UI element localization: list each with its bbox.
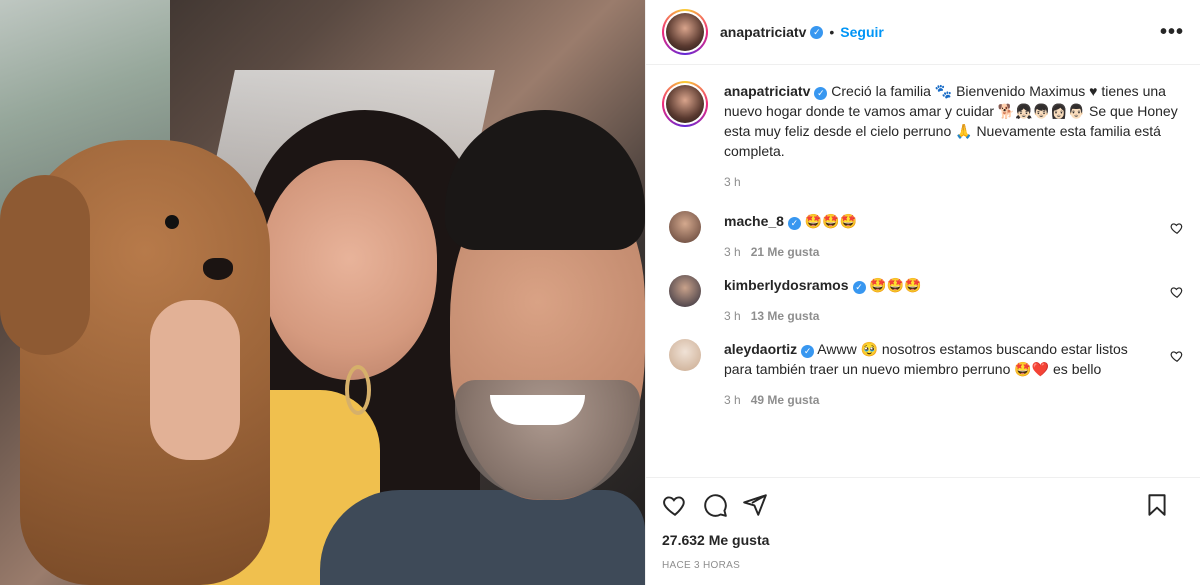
comment-time[interactable]: 3 h bbox=[724, 393, 741, 407]
comment-likes[interactable]: 49 Me gusta bbox=[751, 393, 820, 407]
comment-item: mache_8 ✓ 🤩🤩🤩 3 h 21 Me gusta bbox=[662, 211, 1184, 259]
comment-likes[interactable]: 13 Me gusta bbox=[751, 309, 820, 323]
hand bbox=[150, 300, 240, 460]
post-photo[interactable] bbox=[0, 0, 645, 585]
verified-icon: ✓ bbox=[852, 281, 866, 294]
comment-avatar[interactable] bbox=[669, 275, 701, 307]
likes-number: 27.632 bbox=[662, 532, 705, 548]
comment-item: aleydaortiz ✓ Awww 🥹 nosotros estamos bus… bbox=[662, 339, 1184, 407]
comment-username[interactable]: mache_8 bbox=[724, 213, 784, 229]
heart-icon[interactable] bbox=[1170, 349, 1184, 363]
puppy-nose bbox=[203, 258, 233, 280]
comment-avatar[interactable] bbox=[669, 339, 701, 371]
likes-count[interactable]: 27.632 Me gusta bbox=[646, 532, 1200, 554]
separator-dot: • bbox=[829, 24, 835, 40]
verified-icon: ✓ bbox=[810, 25, 824, 39]
man-smile bbox=[490, 395, 585, 425]
caption-avatar[interactable] bbox=[662, 81, 708, 127]
comment-username[interactable]: aleydaortiz bbox=[724, 341, 797, 357]
comment-icon[interactable] bbox=[702, 492, 728, 518]
post-panel: anapatriciatv ✓ • Seguir ••• anapatricia… bbox=[645, 0, 1200, 585]
comment-time[interactable]: 3 h bbox=[724, 309, 741, 323]
share-icon[interactable] bbox=[742, 492, 768, 518]
post-timestamp[interactable]: HACE 3 HORAS bbox=[646, 560, 1200, 571]
comment-avatar[interactable] bbox=[669, 211, 701, 243]
earring bbox=[345, 365, 371, 415]
heart-icon[interactable] bbox=[662, 492, 688, 518]
woman-face bbox=[262, 160, 437, 380]
caption-username[interactable]: anapatriciatv bbox=[724, 83, 810, 99]
more-icon[interactable]: ••• bbox=[1160, 21, 1184, 44]
author-avatar[interactable] bbox=[662, 9, 708, 55]
comment-likes[interactable]: 21 Me gusta bbox=[751, 245, 820, 259]
likes-label: Me gusta bbox=[708, 532, 770, 548]
comments-list[interactable]: anapatriciatv ✓ Creció la familia 🐾 Bienv… bbox=[646, 65, 1200, 477]
follow-button[interactable]: Seguir bbox=[840, 24, 884, 40]
puppy-ear bbox=[0, 175, 90, 355]
verified-icon: ✓ bbox=[801, 345, 815, 358]
caption: anapatriciatv ✓ Creció la familia 🐾 Bienv… bbox=[662, 81, 1184, 189]
comment-text: 🤩🤩🤩 bbox=[869, 277, 922, 293]
comment-item: kimberlydosramos ✓ 🤩🤩🤩 3 h 13 Me gusta bbox=[662, 275, 1184, 323]
verified-icon: ✓ bbox=[814, 87, 828, 100]
action-bar bbox=[646, 477, 1200, 532]
post-header: anapatriciatv ✓ • Seguir ••• bbox=[646, 0, 1200, 65]
author-username[interactable]: anapatriciatv bbox=[720, 24, 806, 40]
puppy-eye bbox=[165, 215, 179, 229]
comment-time[interactable]: 3 h bbox=[724, 245, 741, 259]
verified-icon: ✓ bbox=[787, 217, 801, 230]
comment-username[interactable]: kimberlydosramos bbox=[724, 277, 849, 293]
heart-icon[interactable] bbox=[1170, 221, 1184, 235]
bookmark-icon[interactable] bbox=[1144, 492, 1170, 518]
caption-time[interactable]: 3 h bbox=[724, 175, 741, 189]
man-shirt bbox=[320, 490, 645, 585]
heart-icon[interactable] bbox=[1170, 285, 1184, 299]
comment-text: 🤩🤩🤩 bbox=[804, 213, 858, 229]
